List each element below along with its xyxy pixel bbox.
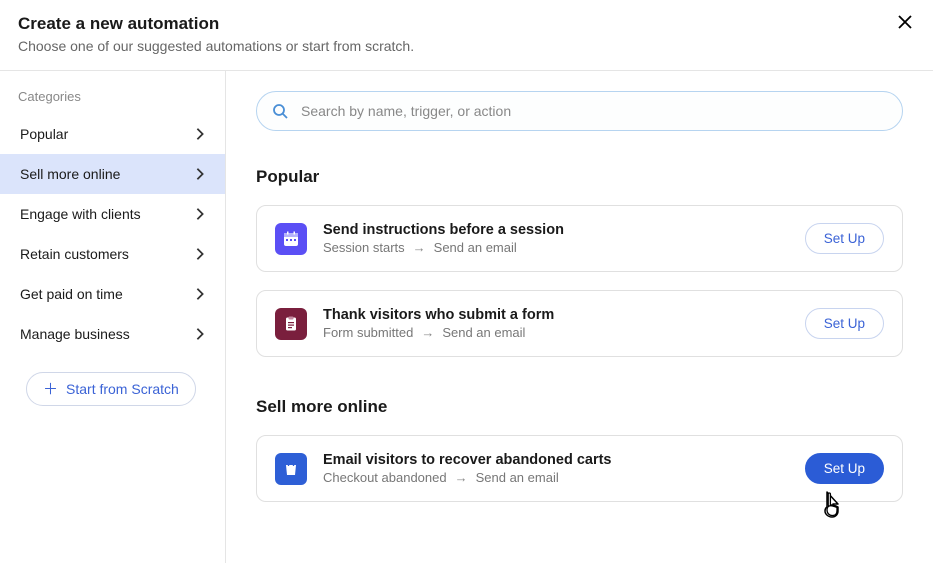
card-flow: Session starts → Send an email — [323, 240, 789, 255]
automation-card-thank-visitors: Thank visitors who submit a form Form su… — [256, 290, 903, 357]
sidebar-item-label: Get paid on time — [20, 286, 123, 302]
sidebar-item-popular[interactable]: Popular — [0, 114, 225, 154]
page-title: Create a new automation — [18, 14, 915, 34]
close-button[interactable] — [895, 14, 915, 34]
sidebar-item-label: Engage with clients — [20, 206, 141, 222]
sidebar-item-label: Sell more online — [20, 166, 120, 182]
sidebar-item-engage-with-clients[interactable]: Engage with clients — [0, 194, 225, 234]
sidebar-item-label: Retain customers — [20, 246, 129, 262]
clipboard-icon — [275, 308, 307, 340]
chevron-right-icon — [193, 207, 207, 221]
categories-label: Categories — [0, 89, 225, 114]
page-subtitle: Choose one of our suggested automations … — [18, 38, 915, 54]
card-trigger: Form submitted — [323, 325, 413, 340]
main-content: Popular Send instructions before a sessi… — [226, 71, 933, 563]
chevron-right-icon — [193, 247, 207, 261]
card-title: Thank visitors who submit a form — [323, 307, 789, 323]
start-from-scratch-label: Start from Scratch — [66, 381, 179, 397]
sidebar-item-label: Popular — [20, 126, 68, 142]
shopping-bag-icon — [275, 453, 307, 485]
card-trigger: Checkout abandoned — [323, 470, 447, 485]
header: Create a new automation Choose one of ou… — [0, 0, 933, 71]
setup-button[interactable]: Set Up — [805, 308, 884, 339]
section-popular: Popular Send instructions before a sessi… — [256, 167, 903, 357]
card-trigger: Session starts — [323, 240, 405, 255]
sidebar-item-get-paid-on-time[interactable]: Get paid on time — [0, 274, 225, 314]
card-flow: Form submitted → Send an email — [323, 325, 789, 340]
setup-button[interactable]: Set Up — [805, 453, 884, 484]
sidebar-item-label: Manage business — [20, 326, 130, 342]
sidebar: Categories Popular Sell more online Enga… — [0, 71, 226, 563]
arrow-right-icon: → — [413, 240, 426, 255]
card-action: Send an email — [434, 240, 517, 255]
card-title: Send instructions before a session — [323, 222, 789, 238]
search-icon — [272, 103, 288, 119]
automation-card-send-instructions: Send instructions before a session Sessi… — [256, 205, 903, 272]
sidebar-item-sell-more-online[interactable]: Sell more online — [0, 154, 225, 194]
arrow-right-icon: → — [421, 325, 434, 340]
card-title: Email visitors to recover abandoned cart… — [323, 452, 789, 468]
chevron-right-icon — [193, 167, 207, 181]
section-title: Popular — [256, 167, 903, 187]
chevron-right-icon — [193, 127, 207, 141]
card-action: Send an email — [442, 325, 525, 340]
setup-button[interactable]: Set Up — [805, 223, 884, 254]
card-action: Send an email — [476, 470, 559, 485]
section-title: Sell more online — [256, 397, 903, 417]
chevron-right-icon — [193, 327, 207, 341]
plus-icon: ＋ — [43, 382, 58, 397]
automation-card-abandoned-carts: Email visitors to recover abandoned cart… — [256, 435, 903, 502]
start-from-scratch-button[interactable]: ＋ Start from Scratch — [26, 372, 196, 406]
chevron-right-icon — [193, 287, 207, 301]
search-input[interactable] — [256, 91, 903, 131]
sidebar-item-retain-customers[interactable]: Retain customers — [0, 234, 225, 274]
card-flow: Checkout abandoned → Send an email — [323, 470, 789, 485]
section-sell-more-online: Sell more online Email visitors to recov… — [256, 397, 903, 502]
calendar-icon — [275, 223, 307, 255]
sidebar-item-manage-business[interactable]: Manage business — [0, 314, 225, 354]
arrow-right-icon: → — [455, 470, 468, 485]
close-icon — [897, 14, 913, 35]
